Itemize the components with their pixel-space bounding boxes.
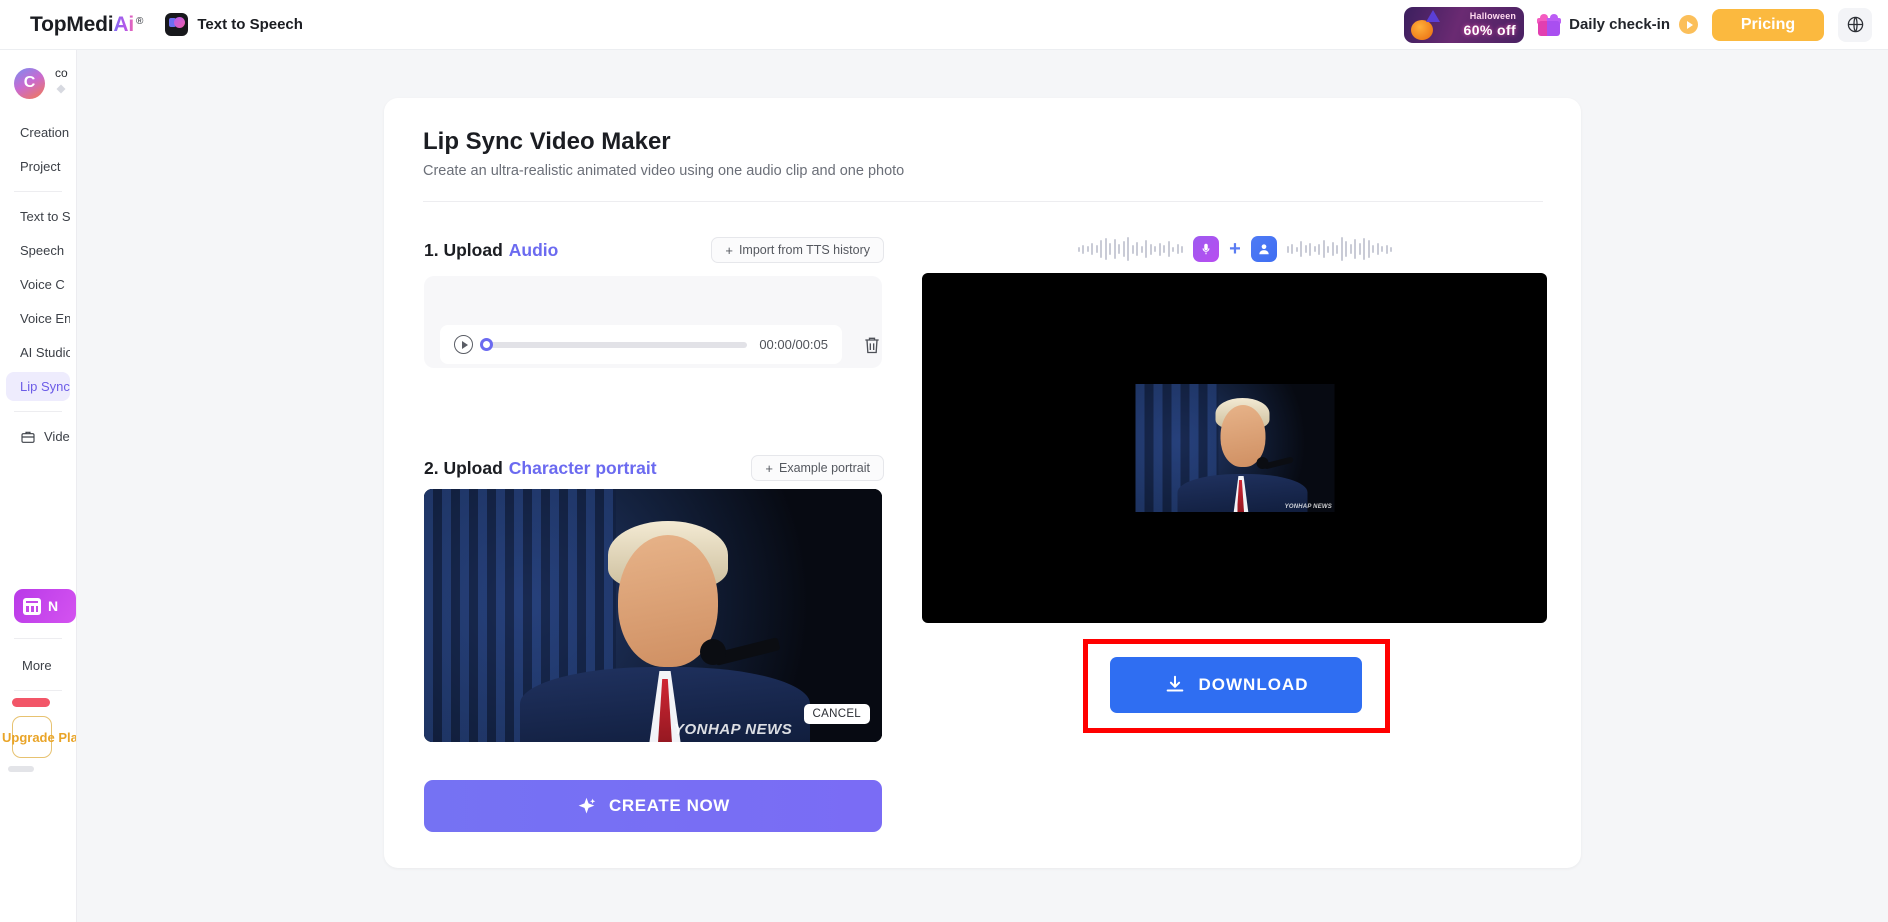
brand-name-ai: Ai	[113, 12, 134, 36]
sidebar-item-label: Creation	[20, 125, 70, 140]
step-2-keyword: Character portrait	[508, 457, 657, 478]
portrait-watermark: YONHAP NEWS	[674, 721, 793, 738]
plus-icon: +	[1229, 237, 1241, 260]
daily-checkin[interactable]: Daily check-in	[1537, 13, 1698, 36]
waveform-right-icon	[1286, 236, 1393, 262]
step-2-header: 2. Upload Character portrait + Example p…	[424, 455, 884, 481]
pumpkin-icon	[1411, 19, 1434, 40]
brand-registered-mark: ®	[135, 15, 144, 27]
sidebar-item-label: Lip Sync	[20, 379, 70, 394]
sparkle-icon	[578, 797, 596, 813]
sidebar-item-label: Text to S	[20, 209, 70, 224]
create-now-label: CREATE NOW	[609, 796, 730, 815]
trash-icon[interactable]	[862, 334, 882, 356]
step-1-header: 1. Upload Audio + Import from TTS histor…	[424, 237, 884, 263]
pricing-button[interactable]: Pricing	[1712, 8, 1824, 41]
page-title: Lip Sync Video Maker	[423, 128, 671, 155]
card-divider	[423, 201, 1543, 202]
play-icon[interactable]	[454, 335, 473, 354]
download-label: DOWNLOAD	[1198, 675, 1309, 694]
upgrade-plan-label: Upgrade Plan	[2, 730, 76, 745]
sidebar-item-creation[interactable]: Creation	[6, 118, 70, 147]
audio-time-display: 00:00/00:05	[759, 337, 828, 352]
sidebar-item-label: Speech	[20, 243, 65, 258]
waveform-left-icon	[1077, 236, 1184, 262]
top-bar-actions: Halloween 60% off Daily check-in Pricing	[1404, 6, 1872, 43]
create-now-button[interactable]: CREATE NOW	[424, 780, 882, 832]
step-2-number: 2. Upload	[424, 457, 503, 478]
import-tts-history-label: Import from TTS history	[738, 243, 870, 257]
sidebar-item-ai-studio[interactable]: AI Studio	[6, 338, 70, 367]
sidebar-promo-button[interactable]: N	[14, 589, 76, 623]
membership-badge-icon	[56, 84, 66, 94]
sidebar-divider	[14, 690, 62, 691]
text-to-speech-icon	[165, 13, 189, 36]
audio-progress-knob[interactable]	[480, 337, 493, 351]
sidebar-item-lip-sync[interactable]: Lip Sync	[6, 372, 70, 401]
video-preview[interactable]: YONHAP NEWS	[922, 273, 1547, 623]
example-portrait-label: Example portrait	[778, 461, 870, 475]
daily-checkin-label: Daily check-in	[1569, 16, 1670, 33]
brand-name-main: TopMedi	[30, 12, 114, 36]
briefcase-icon	[21, 431, 35, 443]
checkin-play-icon[interactable]	[1679, 15, 1698, 34]
sidebar-scrollbar[interactable]	[8, 766, 34, 772]
video-frame: YONHAP NEWS	[1135, 384, 1334, 512]
calendar-icon	[23, 597, 41, 615]
sidebar-item-label: AI Studio	[20, 345, 70, 360]
sidebar-divider	[14, 191, 62, 192]
sidebar-item-voice-cloning[interactable]: Voice C	[6, 270, 70, 299]
sidebar-item-label: Voice En	[20, 311, 70, 326]
gift-icon	[1537, 13, 1562, 36]
cancel-button[interactable]: CANCEL	[803, 704, 870, 724]
app-root: TopMedi Ai ® Text to Speech Halloween 60% …	[0, 0, 1888, 922]
promo-line-1: Halloween	[1469, 11, 1517, 21]
sidebar-item-text-to-speech[interactable]: Text to S	[6, 202, 70, 231]
plus-icon: +	[725, 242, 733, 258]
upgrade-plan-button[interactable]: Upgrade Plan	[2, 716, 76, 758]
download-icon	[1166, 675, 1183, 692]
sidebar-more-button[interactable]: More	[22, 658, 52, 673]
app-switcher[interactable]: Text to Speech	[165, 13, 303, 36]
microphone-icon	[1193, 236, 1220, 262]
audio-player: 00:00/00:05	[440, 325, 842, 364]
language-button[interactable]	[1838, 7, 1872, 42]
audio-plus-portrait-indicator: +	[1060, 232, 1410, 266]
character-portrait-preview[interactable]: YONHAP NEWS CANCEL	[424, 489, 882, 742]
sidebar-item-project[interactable]: Project	[6, 152, 70, 181]
page-subtitle: Create an ultra-realistic animated video…	[423, 163, 905, 179]
sidebar-credit-bar	[12, 698, 50, 707]
witch-hat-icon	[1426, 9, 1441, 22]
example-portrait-button[interactable]: + Example portrait	[751, 455, 884, 481]
video-watermark: YONHAP NEWS	[1284, 504, 1332, 510]
person-icon	[1250, 236, 1277, 262]
sidebar-item-video[interactable]: Vide	[6, 422, 70, 451]
sidebar-promo-label: N	[48, 598, 59, 614]
sidebar: C co Creation Project Text to S Speech V…	[0, 50, 77, 922]
import-tts-history-button[interactable]: + Import from TTS history	[711, 237, 884, 263]
sidebar-divider	[14, 411, 62, 412]
sidebar-divider	[14, 638, 62, 639]
step-1-keyword: Audio	[508, 239, 559, 260]
app-title-label: Text to Speech	[197, 16, 303, 33]
plus-icon: +	[765, 460, 773, 476]
avatar: C	[14, 67, 45, 99]
promo-line-2: 60% off	[1463, 22, 1517, 38]
sidebar-item-label: Voice C	[20, 277, 65, 292]
audio-progress-slider[interactable]	[480, 337, 748, 351]
sidebar-item-label: Project	[20, 159, 61, 174]
sidebar-item-voice-enhancer[interactable]: Voice En	[6, 304, 70, 333]
download-button[interactable]: DOWNLOAD	[1110, 657, 1362, 713]
sidebar-nav: Creation Project Text to S Speech Voice …	[0, 118, 76, 451]
sidebar-item-speech[interactable]: Speech	[6, 236, 70, 265]
step-1-number: 1. Upload	[424, 239, 503, 260]
sidebar-user[interactable]: C co	[0, 50, 76, 100]
top-bar: TopMedi Ai ® Text to Speech Halloween 60% …	[0, 0, 1888, 50]
globe-icon	[1847, 16, 1863, 33]
brand-logo[interactable]: TopMedi Ai ®	[30, 13, 143, 37]
halloween-promo-banner[interactable]: Halloween 60% off	[1404, 6, 1525, 43]
sidebar-username: co	[55, 66, 68, 80]
sidebar-item-label: Vide	[44, 429, 70, 444]
